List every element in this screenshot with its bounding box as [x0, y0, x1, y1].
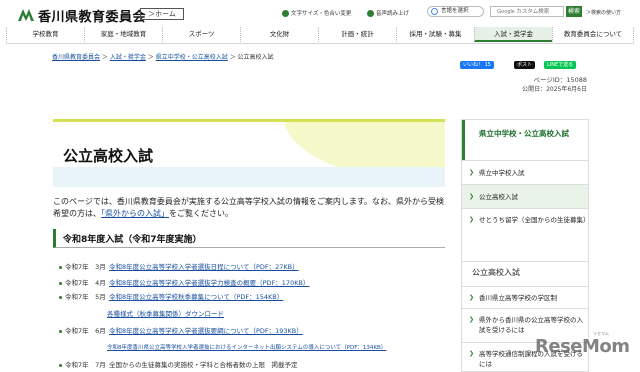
bullet-icon — [59, 281, 62, 285]
chevron-right-icon: ❯ — [469, 294, 475, 301]
chevron-right-icon: ❯ — [469, 216, 475, 223]
news-link[interactable]: 令和8年度公立高等学校秋季募集について（PDF：154KB） — [109, 293, 283, 301]
bullet-icon — [59, 265, 62, 269]
nav-about-board[interactable]: 教育委員会について — [552, 27, 634, 42]
chevron-right-icon: ❯ — [469, 169, 475, 176]
news-item: 令和7年 4月 令和8年度公立高等学校入学者選抜学力検査の概要（PDF：170KB… — [59, 277, 309, 287]
page-title: 公立高校入試 — [63, 147, 154, 165]
chevron-right-icon: ❯ — [469, 350, 475, 357]
breadcrumb-entrance-exams[interactable]: 県立中学校・公立高校入試 — [156, 54, 228, 61]
sidebar-item-high-school[interactable]: ❯ 公立高校入試 — [462, 184, 588, 208]
search-button[interactable]: 検索 — [566, 6, 582, 17]
news-item: 令和8年度香川県公立高等学校入学者選抜におけるインターネット出願システムの導入に… — [107, 343, 386, 351]
nav-school-education[interactable]: 学校教育 — [6, 27, 84, 42]
nav-divider — [6, 43, 634, 44]
breadcrumb-home[interactable]: 香川県教育委員会 — [52, 54, 100, 61]
sidebar-item-district[interactable]: ❯ 香川県立高等学校の学区制 — [462, 286, 588, 308]
site-title[interactable]: 香川県教育委員会 — [38, 6, 146, 25]
news-item: 令和7年 7月 全国からの生徒募集の実施校・学科と合格者数の上限 掲載予定 — [59, 359, 298, 369]
section-heading: 令和8年度入試（令和7年度実施） — [53, 229, 445, 248]
out-of-prefecture-link[interactable]: 「県外からの入試」 — [101, 209, 169, 218]
news-item: 各種様式（秋季募集関係）ダウンロード — [107, 308, 224, 318]
text-size-icon — [282, 10, 289, 17]
nav-admissions[interactable]: 入試・奨学金 — [474, 27, 552, 42]
news-item: 令和7年 5月 令和8年度公立高等学校秋季募集について（PDF：154KB） — [59, 291, 283, 301]
section-title: 令和8年度入試（令和7年度実施） — [63, 235, 202, 245]
search-help-link[interactable]: ＞検索の使い方 — [586, 9, 621, 16]
x-post-button[interactable]: ポスト — [514, 61, 536, 69]
read-aloud-link[interactable]: 音声読み上げ — [367, 9, 409, 17]
publish-date: 公開日：2025年6月6日 — [522, 86, 587, 93]
sidebar-section-admissions: 県立中学校・公立高校入試 ❯ 県立中学校入試 ❯ 公立高校入試 ❯ せとうち留学（全国… — [461, 119, 590, 262]
nav-cultural-assets[interactable]: 文化財 — [240, 27, 318, 42]
title-banner: 公立高校入試 — [53, 119, 445, 187]
facebook-like-button[interactable]: いいね！ 15 — [460, 61, 494, 69]
nav-home-community[interactable]: 家庭・地域教育 — [84, 27, 162, 42]
bullet-icon — [59, 363, 62, 367]
chevron-right-icon: ❯ — [469, 316, 475, 323]
nav-plans-statistics[interactable]: 計画・統計 — [318, 27, 396, 42]
sidebar-item-middle-school[interactable]: ❯ 県立中学校入試 — [462, 160, 588, 184]
news-link[interactable]: 令和8年度公立高等学校入学者選抜要綱について（PDF：193KB） — [109, 327, 303, 335]
global-nav: 学校教育 家庭・地域教育 スポーツ 文化財 計画・統計 採用・試験・募集 入試・… — [6, 27, 634, 42]
search-input[interactable] — [490, 6, 564, 17]
news-link[interactable]: 令和8年度公立高等学校入学者選抜日程について（PDF：27KB） — [109, 263, 299, 271]
page-id: ページID：15088 — [533, 76, 587, 84]
board-logo-icon[interactable] — [17, 8, 35, 22]
banner-bottom-band — [53, 167, 445, 187]
nav-recruitment[interactable]: 採用・試験・募集 — [396, 27, 474, 42]
breadcrumb-admissions[interactable]: 入試・奨学金 — [110, 54, 146, 61]
intro-text: このページでは、香川県教育委員会が実施する公立高等学校入試の情報をご案内します。… — [53, 197, 445, 218]
text-size-color-link[interactable]: 文字サイズ・色合い変更 — [282, 9, 351, 17]
news-link[interactable]: 各種様式（秋季募集関係）ダウンロード — [107, 310, 224, 318]
resemom-watermark: ReseMom — [535, 336, 630, 357]
sidebar-heading[interactable]: 県立中学校・公立高校入試 — [462, 120, 588, 160]
breadcrumb: 香川県教育委員会 ＞ 入試・奨学金 ＞ 県立中学校・公立高校入試 ＞ 公立高校入… — [52, 54, 274, 61]
speaker-icon — [367, 10, 374, 17]
line-share-button[interactable]: LINEで送る — [544, 61, 577, 69]
chevron-right-icon: ❯ — [469, 193, 475, 200]
news-item: 令和7年 6月 令和8年度公立高等学校入学者選抜要綱について（PDF：193KB） — [59, 325, 303, 335]
news-link[interactable]: 令和8年度公立高等学校入学者選抜学力検査の概要（PDF：170KB） — [109, 279, 309, 287]
sidebar-item-setouchi[interactable]: ❯ せとうち留学（全国からの生徒募集） — [462, 208, 590, 242]
breadcrumb-current: 公立高校入試 — [237, 54, 274, 61]
banner-top-band — [53, 119, 445, 122]
sidebar-heading: 公立高校入試 — [472, 268, 520, 277]
google-icon — [431, 8, 438, 15]
site-header: 香川県教育委員会 ＞ホーム 文字サイズ・色合い変更 音声読み上げ 言語を選択 検… — [0, 0, 640, 46]
nav-sports[interactable]: スポーツ — [162, 27, 240, 42]
news-item: 令和7年 3月 令和8年度公立高等学校入学者選抜日程について（PDF：27KB） — [59, 261, 299, 271]
bullet-icon — [59, 295, 62, 299]
home-button[interactable]: ＞ホーム — [140, 8, 184, 20]
bullet-icon — [59, 329, 62, 333]
news-link[interactable]: 令和8年度香川県公立高等学校入学者選抜におけるインターネット出願システムの導入に… — [107, 345, 386, 351]
